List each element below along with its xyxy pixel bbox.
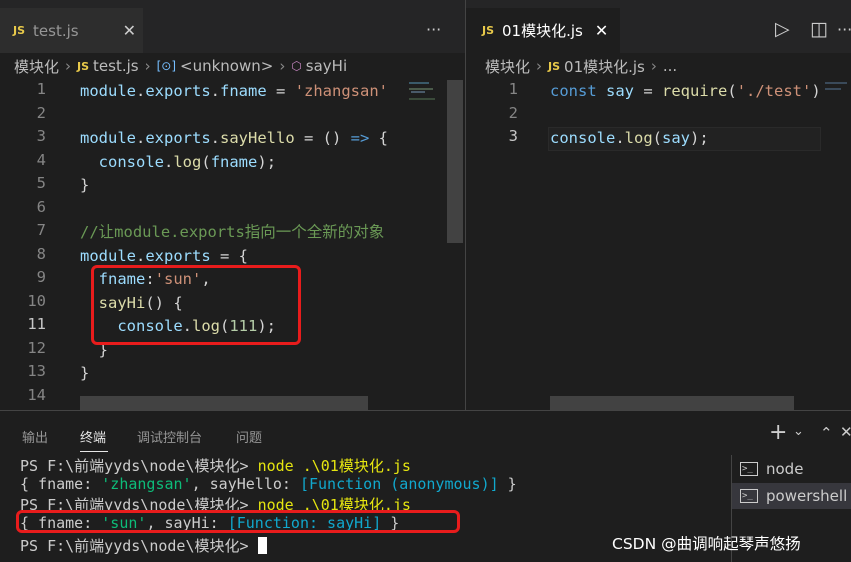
breadcrumb-method[interactable]: sayHi: [306, 57, 347, 75]
terminal-line: PS F:\前端yyds\node\模块化> node .\01模块化.js: [20, 457, 411, 475]
breadcrumb: 模块化 › JS test.js › [⊙] <unknown> › ⬡ say…: [14, 53, 464, 79]
line-number: 4: [36, 150, 46, 169]
watermark: CSDN @曲调响起琴声悠扬: [612, 535, 801, 553]
terminal-cursor: [257, 537, 267, 554]
chevron-right-icon: ›: [650, 57, 657, 75]
minimap-line: [825, 88, 841, 90]
terminal-prompt-line[interactable]: PS F:\前端yyds\node\模块化>: [20, 535, 267, 556]
chevron-right-icon: ›: [536, 57, 543, 75]
minimap-line: [411, 91, 425, 93]
code-line: module.exports.sayHello = () => {: [80, 129, 389, 147]
line-number: 2: [508, 103, 518, 122]
chevron-right-icon: ›: [279, 57, 286, 75]
code-line: }: [80, 176, 90, 194]
close-panel-icon[interactable]: ✕: [840, 423, 851, 441]
chevron-right-icon: ›: [144, 57, 151, 75]
breadcrumb-ellipsis[interactable]: ...: [663, 57, 677, 75]
breadcrumb: 模块化 › JS 01模块化.js › ...: [485, 53, 851, 79]
line-number: 2: [36, 103, 46, 122]
line-number: 6: [36, 197, 46, 216]
highlight-box-terminal: [16, 510, 460, 533]
code-line: }: [80, 364, 90, 382]
active-tab-indicator: [80, 451, 108, 452]
close-icon[interactable]: ✕: [123, 21, 136, 40]
breadcrumb-folder[interactable]: 模块化: [485, 56, 530, 77]
more-actions-icon[interactable]: ···: [426, 20, 441, 39]
right-code-area[interactable]: const say = require('./test'); console.l…: [550, 80, 821, 396]
left-vertical-scrollbar[interactable]: [447, 80, 463, 243]
left-tab-bar: JS test.js ✕ ···: [0, 0, 465, 53]
close-icon[interactable]: ✕: [595, 21, 608, 40]
line-number: 1: [36, 80, 46, 98]
tab-output[interactable]: 输出: [22, 427, 48, 446]
terminal-item-powershell[interactable]: >_ powershell: [732, 483, 851, 509]
breadcrumb-file[interactable]: 01模块化.js: [564, 56, 645, 77]
minimap-line: [409, 88, 433, 90]
right-horizontal-scrollbar[interactable]: [550, 396, 794, 410]
minimap-line: [825, 82, 847, 84]
code-line: //让module.exports指向一个全新的对象: [80, 223, 385, 241]
line-number: 9: [36, 268, 46, 286]
breadcrumb-file[interactable]: test.js: [93, 57, 139, 75]
line-number: 12: [27, 338, 46, 357]
line-number: 1: [508, 80, 518, 98]
tab-terminal[interactable]: 终端: [80, 427, 106, 446]
highlight-box-code: [91, 265, 301, 345]
run-icon[interactable]: ▷: [775, 18, 790, 40]
js-file-icon: JS: [548, 59, 561, 73]
tab-problems[interactable]: 问题: [236, 427, 262, 446]
more-actions-icon[interactable]: ···: [837, 20, 851, 39]
left-code-area[interactable]: module.exports.fname = 'zhangsan' module…: [80, 80, 402, 410]
minimap-line: [409, 82, 429, 84]
editor-divider[interactable]: [465, 0, 466, 410]
maximize-panel-icon[interactable]: ⌃: [820, 424, 833, 442]
tab-01-module-js[interactable]: JS 01模块化.js ✕: [466, 8, 620, 53]
terminal-icon: >_: [740, 462, 758, 476]
breadcrumb-object[interactable]: <unknown>: [180, 57, 273, 75]
terminal-line: { fname: 'zhangsan', sayHello: [Function…: [20, 475, 517, 493]
code-line: const say = require('./test');: [550, 82, 821, 100]
right-tab-bar: JS 01模块化.js ✕ ▷ ◫ ···: [466, 0, 851, 53]
tab-debug-console[interactable]: 调试控制台: [137, 427, 202, 446]
chevron-right-icon: ›: [65, 57, 72, 75]
line-number: 5: [36, 174, 46, 192]
line-number-current: 11: [27, 315, 46, 333]
object-icon: [⊙]: [156, 59, 177, 73]
chevron-down-icon[interactable]: ⌄: [793, 424, 804, 439]
line-number: 14: [27, 385, 46, 404]
code-line: module.exports.fname = 'zhangsan': [80, 82, 389, 100]
breadcrumb-folder[interactable]: 模块化: [14, 56, 59, 77]
tab-test-js[interactable]: JS test.js ✕: [0, 8, 143, 53]
tab-label: test.js: [33, 21, 79, 40]
line-number: 13: [27, 362, 46, 380]
js-file-icon: JS: [77, 59, 90, 73]
line-number: 3: [36, 127, 46, 145]
line-number: 7: [36, 221, 46, 239]
js-file-icon: JS: [482, 24, 495, 37]
line-number: 10: [27, 291, 46, 310]
left-minimap[interactable]: [403, 80, 447, 410]
right-minimap[interactable]: [821, 80, 851, 396]
line-number: 8: [36, 244, 46, 263]
left-horizontal-scrollbar[interactable]: [80, 396, 368, 410]
code-line: console.log(say);: [550, 129, 709, 147]
tab-label: 01模块化.js: [502, 22, 583, 40]
minimap-line: [409, 98, 435, 100]
code-line: console.log(fname);: [98, 152, 277, 171]
js-file-icon: JS: [13, 24, 26, 37]
split-editor-icon[interactable]: ◫: [810, 18, 828, 40]
add-terminal-icon[interactable]: +: [769, 420, 787, 445]
terminal-icon: >_: [740, 489, 758, 503]
method-icon: ⬡: [291, 59, 302, 73]
terminal-command: node .\01模块化.js: [257, 457, 411, 475]
line-number-current: 3: [508, 127, 518, 145]
terminal-item-node[interactable]: >_ node: [732, 456, 851, 482]
